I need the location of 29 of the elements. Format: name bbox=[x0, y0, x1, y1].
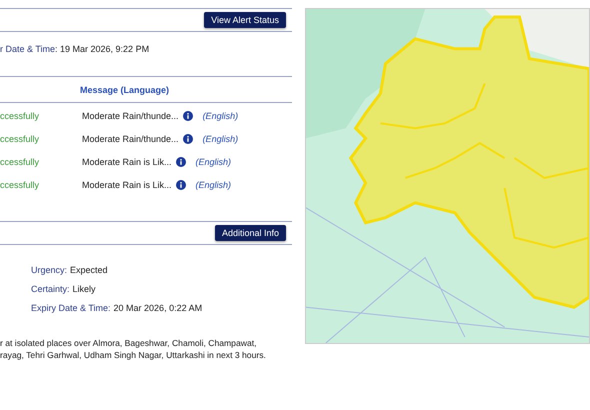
status-text: ccessfully bbox=[0, 111, 40, 121]
detail-label: Urgency: bbox=[31, 265, 68, 275]
language-link[interactable]: (English) bbox=[196, 157, 232, 167]
status-text: ccessfully bbox=[0, 134, 40, 144]
date-time-label: r Date & Time bbox=[0, 44, 56, 54]
language-link[interactable]: (English) bbox=[202, 134, 238, 144]
column-header: Message (Language) bbox=[80, 85, 170, 95]
language-link[interactable]: (English) bbox=[196, 180, 232, 190]
detail-label: Expiry Date & Time: bbox=[31, 303, 111, 313]
info-icon[interactable] bbox=[176, 180, 186, 190]
date-time-value: : 19 Mar 2026, 9:22 PM bbox=[55, 44, 150, 54]
info-icon[interactable] bbox=[176, 157, 186, 167]
message-text: Moderate Rain/thunde... bbox=[82, 111, 179, 121]
detail-value: Expected bbox=[70, 265, 108, 275]
description-text: r at isolated places over Almora, Bageshwar, Chamoli, Champawat, bbox=[0, 338, 258, 348]
view-alert-status-button[interactable]: View Alert Status bbox=[204, 12, 286, 28]
message-text: Moderate Rain/thunde... bbox=[82, 134, 179, 144]
additional-info-button[interactable]: Additional Info bbox=[214, 225, 286, 241]
status-text: ccessfully bbox=[0, 180, 40, 190]
description-text: rayag, Tehri Garhwal, Udham Singh Nagar, Uttarkashi in next 3 hours. bbox=[0, 350, 267, 360]
message-text: Moderate Rain is Lik... bbox=[82, 157, 172, 167]
detail-label: Certainty: bbox=[31, 284, 70, 294]
info-icon[interactable] bbox=[182, 134, 193, 144]
info-icon[interactable] bbox=[182, 111, 193, 121]
detail-value: Likely bbox=[72, 284, 96, 294]
status-text: ccessfully bbox=[0, 157, 40, 167]
message-text: Moderate Rain is Lik... bbox=[82, 180, 172, 190]
detail-value: 20 Mar 2026, 0:22 AM bbox=[114, 303, 202, 313]
language-link[interactable]: (English) bbox=[202, 111, 238, 121]
